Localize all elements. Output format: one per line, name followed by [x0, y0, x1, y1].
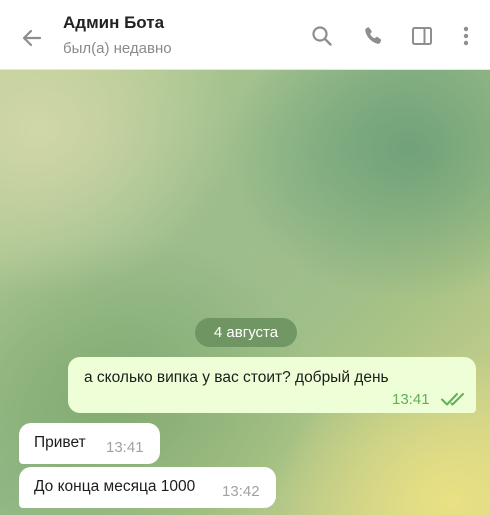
- incoming-message[interactable]: Привет 13:41: [19, 423, 160, 464]
- back-arrow-icon: [22, 29, 42, 47]
- message-time: 13:42: [222, 483, 260, 500]
- message-text: До конца месяца 1000: [34, 478, 196, 495]
- chat-title[interactable]: Админ Бота: [63, 13, 164, 33]
- phone-icon: [365, 27, 382, 44]
- sidebar-toggle-button[interactable]: [407, 21, 437, 51]
- chat-status: был(а) недавно: [63, 40, 172, 57]
- search-icon: [312, 26, 332, 46]
- incoming-message[interactable]: До конца месяца 1000 13:42: [19, 467, 276, 508]
- double-check-icon: [441, 393, 464, 406]
- message-text: Привет: [34, 434, 86, 451]
- message-time: 13:41: [392, 391, 430, 408]
- sidebar-panel-icon: [412, 27, 432, 45]
- more-button[interactable]: [451, 21, 481, 51]
- back-button[interactable]: [14, 20, 50, 56]
- date-separator: 4 августа: [195, 318, 297, 347]
- message-text: а сколько випка у вас стоит? добрый день: [84, 369, 389, 386]
- message-list[interactable]: 4 августа а сколько випка у вас стоит? д…: [0, 70, 490, 515]
- call-button[interactable]: [358, 21, 388, 51]
- search-button[interactable]: [307, 21, 337, 51]
- chat-header: Админ Бота был(а) недавно: [0, 0, 490, 70]
- more-vert-icon: [463, 26, 469, 46]
- outgoing-message[interactable]: а сколько випка у вас стоит? добрый день…: [68, 357, 476, 413]
- message-time: 13:41: [106, 439, 144, 456]
